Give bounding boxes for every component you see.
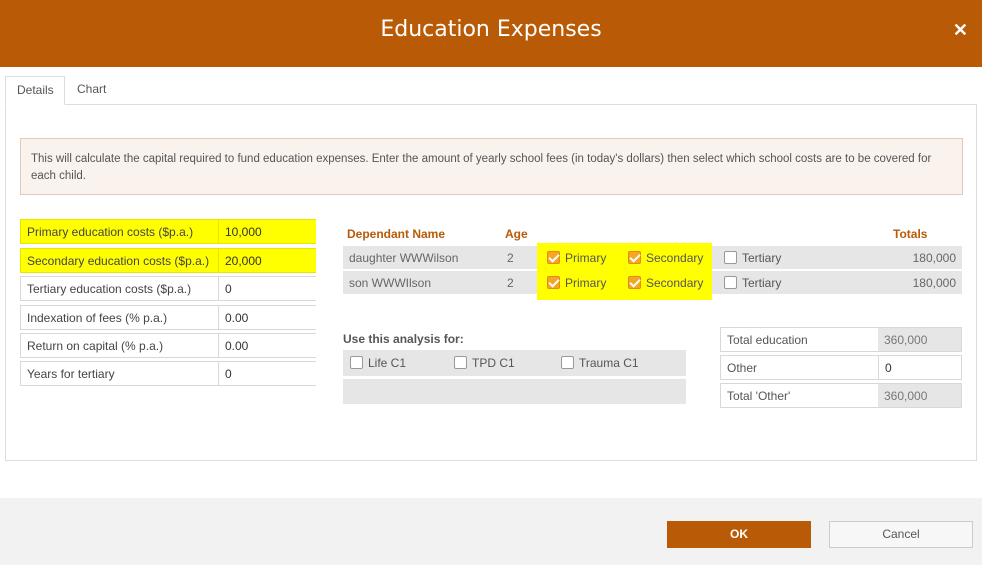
checkbox-primary-row2[interactable] — [547, 276, 560, 289]
total-other-label: Total 'Other' — [727, 389, 791, 403]
return-on-capital-row: Return on capital (% p.a.) 0.00 — [20, 333, 316, 358]
tab-chart[interactable]: Chart — [66, 76, 117, 105]
other-input[interactable]: 0 — [878, 356, 961, 379]
dependant-total: 180,000 — [912, 251, 956, 265]
tertiary-label: Tertiary — [742, 251, 782, 265]
secondary-label: Secondary — [646, 276, 704, 290]
total-education-label: Total education — [727, 333, 808, 347]
return-on-capital-input[interactable]: 0.00 — [218, 334, 316, 357]
checkbox-primary-row1[interactable] — [547, 251, 560, 264]
tpd-c1-label: TPD C1 — [472, 356, 515, 370]
years-tertiary-row: Years for tertiary 0 — [20, 361, 316, 386]
total-other-value: 360,000 — [878, 384, 961, 407]
total-education-row: Total education 360,000 — [720, 327, 962, 352]
primary-costs-row: Primary education costs ($p.a.) 10,000 — [20, 219, 316, 244]
checkbox-life-c1[interactable] — [350, 356, 363, 369]
primary-costs-input[interactable]: 10,000 — [218, 220, 316, 243]
dependant-age: 2 — [507, 276, 514, 290]
cancel-button[interactable]: Cancel — [829, 521, 973, 548]
use-analysis-title: Use this analysis for: — [343, 332, 464, 346]
other-label: Other — [727, 361, 758, 375]
header-dependant-name: Dependant Name — [347, 227, 446, 241]
dialog-title: Education Expenses — [380, 17, 602, 42]
checkbox-secondary-row1[interactable] — [628, 251, 641, 264]
secondary-label: Secondary — [646, 251, 704, 265]
total-other-row: Total 'Other' 360,000 — [720, 383, 962, 408]
tertiary-label: Tertiary — [742, 276, 782, 290]
indexation-label: Indexation of fees (% p.a.) — [27, 311, 168, 325]
primary-label: Primary — [565, 251, 607, 265]
dependant-total: 180,000 — [912, 276, 956, 290]
header-age: Age — [505, 227, 528, 241]
dependant-name: daughter WWWilson — [349, 251, 459, 265]
years-tertiary-label: Years for tertiary — [27, 367, 115, 381]
tab-details[interactable]: Details — [5, 76, 65, 105]
tertiary-costs-input[interactable]: 0 — [218, 277, 316, 300]
info-message: This will calculate the capital required… — [20, 138, 963, 195]
tertiary-costs-row: Tertiary education costs ($p.a.) 0 — [20, 276, 316, 301]
tertiary-costs-label: Tertiary education costs ($p.a.) — [27, 282, 192, 296]
total-education-value: 360,000 — [878, 328, 961, 351]
checkbox-secondary-row2[interactable] — [628, 276, 641, 289]
use-analysis-spacer — [343, 379, 686, 404]
other-row: Other 0 — [720, 355, 962, 380]
primary-costs-label: Primary education costs ($p.a.) — [27, 225, 194, 239]
indexation-input[interactable]: 0.00 — [218, 306, 316, 329]
header-totals: Totals — [893, 227, 928, 241]
use-analysis-options: Life C1 TPD C1 Trauma C1 — [343, 350, 686, 376]
primary-label: Primary — [565, 276, 607, 290]
trauma-c1-label: Trauma C1 — [579, 356, 639, 370]
secondary-costs-label: Secondary education costs ($p.a.) — [27, 254, 210, 268]
indexation-row: Indexation of fees (% p.a.) 0.00 — [20, 305, 316, 330]
return-on-capital-label: Return on capital (% p.a.) — [27, 339, 164, 353]
ok-button[interactable]: OK — [667, 521, 811, 548]
checkbox-tertiary-row1[interactable] — [724, 251, 737, 264]
dependant-name: son WWWIlson — [349, 276, 432, 290]
dependant-age: 2 — [507, 251, 514, 265]
checkbox-trauma-c1[interactable] — [561, 356, 574, 369]
close-icon[interactable]: ✕ — [953, 20, 968, 41]
life-c1-label: Life C1 — [368, 356, 407, 370]
secondary-costs-row: Secondary education costs ($p.a.) 20,000 — [20, 248, 316, 273]
years-tertiary-input[interactable]: 0 — [218, 362, 316, 385]
secondary-costs-input[interactable]: 20,000 — [218, 249, 316, 272]
checkbox-tertiary-row2[interactable] — [724, 276, 737, 289]
checkbox-tpd-c1[interactable] — [454, 356, 467, 369]
